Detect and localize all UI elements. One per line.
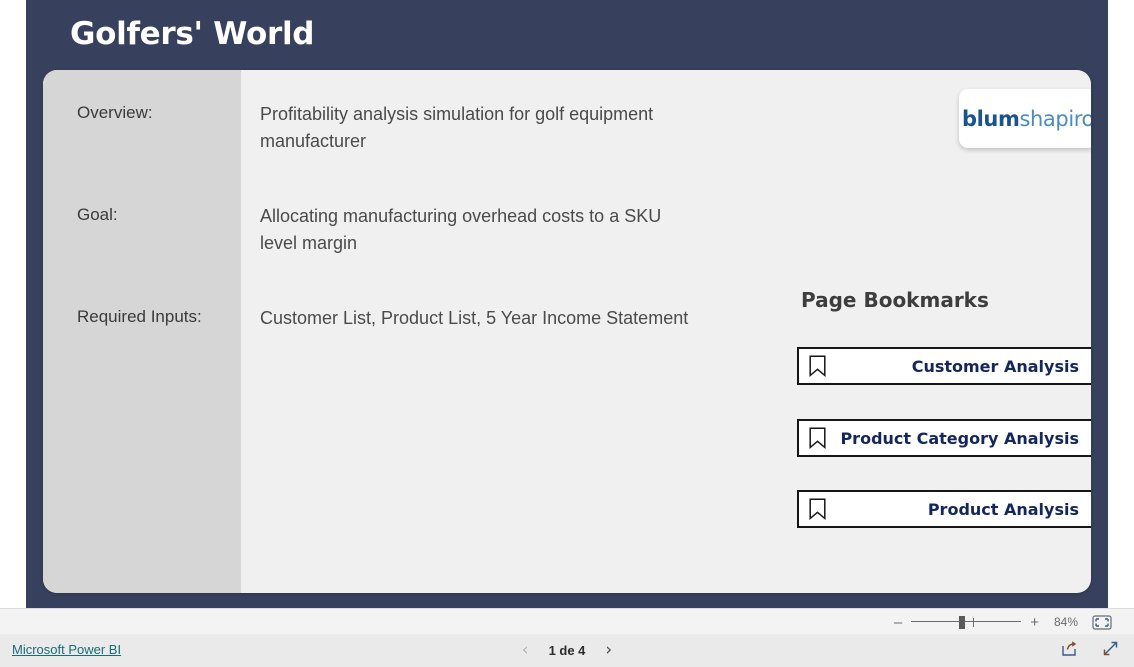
field-label-overview: Overview: xyxy=(77,103,153,122)
field-value-goal: Allocating manufacturing overhead costs … xyxy=(260,206,662,253)
footer-actions xyxy=(1060,639,1120,658)
next-page-button[interactable]: › xyxy=(605,642,612,659)
bookmark-icon xyxy=(809,498,826,520)
logo-text-blum: blum xyxy=(962,106,1020,131)
logo-text-shapiro: shapiro xyxy=(1019,106,1091,131)
bookmark-label: Product Analysis xyxy=(927,499,1079,519)
info-card: Overview: Profitability analysis simulat… xyxy=(43,70,1091,593)
report-canvas: Golfers' World Overview: Profitability a… xyxy=(26,0,1108,608)
logo-text: blumshapiro xyxy=(962,107,1091,131)
bookmark-label: Customer Analysis xyxy=(911,356,1079,376)
fullscreen-icon[interactable] xyxy=(1101,639,1120,658)
footer-bar: Microsoft Power BI ‹ 1 de 4 › xyxy=(0,634,1134,667)
zoom-slider-notch xyxy=(973,618,975,627)
bookmark-icon xyxy=(809,427,826,449)
page-title: Golfers' World xyxy=(70,16,315,52)
field-label-goal: Goal: xyxy=(77,205,118,224)
bookmark-button-customer-analysis[interactable]: Customer Analysis xyxy=(797,347,1091,385)
bookmark-label: Product Category Analysis xyxy=(840,428,1079,448)
microsoft-power-bi-link[interactable]: Microsoft Power BI xyxy=(12,642,121,657)
bookmark-button-product-analysis[interactable]: Product Analysis xyxy=(797,490,1091,528)
zoom-in-button[interactable]: + xyxy=(1030,615,1039,630)
zoom-slider-rail xyxy=(911,621,1022,622)
page-navigation: ‹ 1 de 4 › xyxy=(0,634,1134,667)
zoom-slider-thumb[interactable] xyxy=(959,616,966,629)
field-value-required-inputs: Customer List, Product List, 5 Year Inco… xyxy=(260,308,689,328)
page-indicator-label: 1 de 4 xyxy=(548,643,586,658)
bookmarks-heading: Page Bookmarks xyxy=(801,288,989,312)
label-panel xyxy=(43,70,241,593)
field-value-overview: Profitability analysis simulation for go… xyxy=(260,104,654,151)
previous-page-button[interactable]: ‹ xyxy=(522,642,529,659)
field-label-required-inputs: Required Inputs: xyxy=(77,307,202,326)
zoom-level-value: 84% xyxy=(1053,615,1078,629)
zoom-controls: – + 84% xyxy=(894,609,1112,635)
fit-to-page-icon[interactable] xyxy=(1092,614,1112,630)
bookmark-button-product-category-analysis[interactable]: Product Category Analysis xyxy=(797,419,1091,457)
blumshapiro-logo: blumshapiro xyxy=(959,89,1091,148)
zoom-out-button[interactable]: – xyxy=(894,615,902,630)
bookmark-icon xyxy=(809,355,826,377)
status-bar: – + 84% xyxy=(0,608,1134,636)
zoom-slider[interactable] xyxy=(911,615,1022,629)
share-icon[interactable] xyxy=(1060,639,1079,658)
